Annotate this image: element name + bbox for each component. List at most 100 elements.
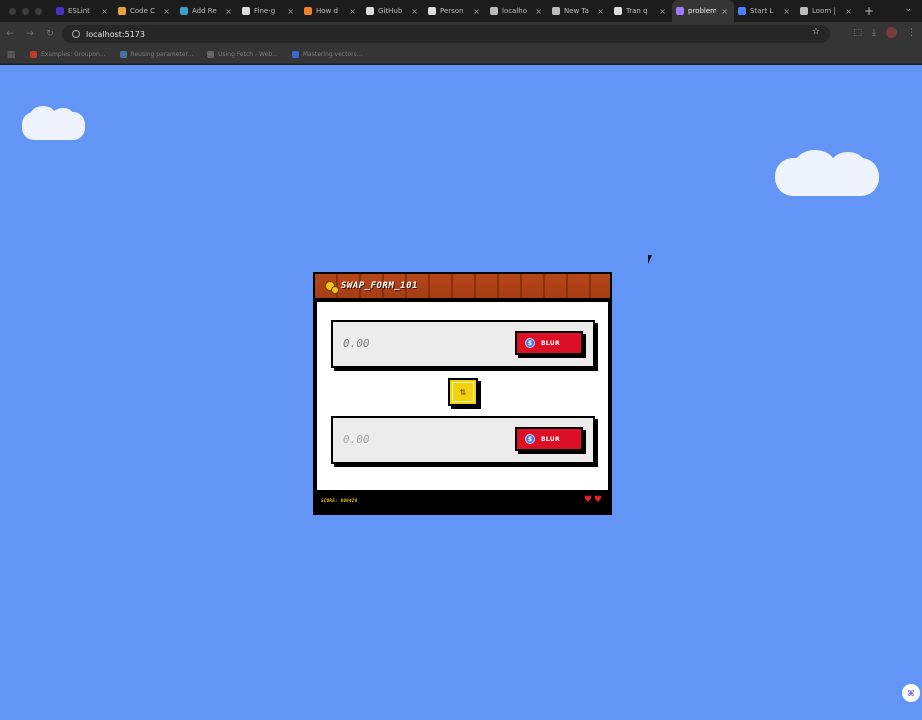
browser-tab[interactable]: New Ta × xyxy=(548,0,610,22)
tab-close-icon[interactable]: × xyxy=(225,7,232,16)
mouse-cursor-icon xyxy=(648,255,655,264)
from-amount-input[interactable]: 0.00 xyxy=(343,337,370,350)
swap-card-title: SWAP_FORM_101 xyxy=(341,281,418,291)
bookmark-favicon-icon xyxy=(207,51,215,58)
forward-arrow-icon[interactable]: → xyxy=(20,29,40,39)
swap-card-footer: SCORE: 000420 ♥ ♥ xyxy=(315,492,610,513)
reload-icon[interactable]: ↻ xyxy=(40,29,60,39)
minimize-window-icon[interactable] xyxy=(22,7,29,15)
download-icon[interactable]: ⤓ xyxy=(872,28,876,38)
new-tab-plus-icon[interactable]: + xyxy=(864,4,874,18)
tab-close-icon[interactable]: × xyxy=(349,7,356,16)
blur-token-icon: $ xyxy=(525,338,535,348)
tab-close-icon[interactable]: × xyxy=(597,7,604,16)
browser-tab[interactable]: Tran q × xyxy=(610,0,672,22)
tab-label: How d xyxy=(316,7,338,15)
cloud-right xyxy=(775,150,879,196)
floating-extension-button[interactable]: ⌘ xyxy=(902,684,920,702)
to-amount-field[interactable]: 0.00 $ BLUR xyxy=(331,416,595,464)
gem-icon xyxy=(676,7,684,15)
swap-direction-button[interactable]: ⇅ xyxy=(448,378,478,406)
browser-tab[interactable]: Person × xyxy=(424,0,486,22)
tab-close-icon[interactable]: × xyxy=(845,7,852,16)
heart-icon: ♥ xyxy=(593,495,602,505)
profile-avatar[interactable] xyxy=(886,27,897,38)
bookmark-star-icon[interactable]: ☆ xyxy=(812,27,820,37)
tab-label: problem xyxy=(688,7,716,15)
tab-label: Tran q xyxy=(626,7,648,15)
globe-icon xyxy=(490,7,498,15)
tab-strip: ESLint × Code C × Add Re × Fine-g × How d × GitHub… xyxy=(0,0,922,22)
browser-tab[interactable]: Start L × xyxy=(734,0,796,22)
apps-grid-icon[interactable]: ▦ xyxy=(6,50,16,60)
cloud-left xyxy=(22,106,85,140)
blur-token-icon: $ xyxy=(525,434,535,444)
globe-icon xyxy=(552,7,560,15)
tab-close-icon[interactable]: × xyxy=(287,7,294,16)
bookmark-item[interactable]: Mastering vectors... xyxy=(291,51,363,58)
to-token-select-button[interactable]: $ BLUR xyxy=(515,427,583,451)
tab-label: localho xyxy=(502,7,528,15)
tab-close-icon[interactable]: × xyxy=(101,7,108,16)
score-text: SCORE: 000420 xyxy=(321,498,358,503)
url-text[interactable]: localhost:5173 xyxy=(86,30,145,39)
browser-tab[interactable]: problem × xyxy=(672,0,734,22)
browser-tab[interactable]: GitHub × xyxy=(362,0,424,22)
browser-toolbar: ← → ↻ localhost:5173 ☆ ⬚ ⤓ ⋮ xyxy=(0,22,922,46)
bookmark-item[interactable]: Using Fetch - Web... xyxy=(207,51,278,58)
globe-icon xyxy=(800,7,808,15)
bookmark-label: Using Fetch - Web... xyxy=(218,51,278,58)
bookmark-label: Examples: Groupon... xyxy=(41,51,106,58)
to-token-label: BLUR xyxy=(541,435,560,443)
maximize-window-icon[interactable] xyxy=(35,7,42,15)
browser-tab[interactable]: Fine-g × xyxy=(238,0,300,22)
browser-tab[interactable]: Add Re × xyxy=(176,0,238,22)
bookmark-item[interactable]: Examples: Groupon... xyxy=(30,51,106,58)
tab-label: ESLint xyxy=(68,7,90,15)
extensions-icon[interactable]: ⬚ xyxy=(854,28,863,38)
tab-close-icon[interactable]: × xyxy=(473,7,480,16)
tab-close-icon[interactable]: × xyxy=(721,7,728,16)
react-icon xyxy=(180,7,188,15)
browser-tab[interactable]: ESLint × xyxy=(52,0,114,22)
browser-tab[interactable]: How d × xyxy=(300,0,362,22)
tab-close-icon[interactable]: × xyxy=(659,7,666,16)
page-viewport: SWAP_FORM_101 0.00 $ BLUR ⇅ 0.00 $ BLUR xyxy=(0,65,922,720)
tab-label: New Ta xyxy=(564,7,589,15)
from-token-select-button[interactable]: $ BLUR xyxy=(515,331,583,355)
tab-label: GitHub xyxy=(378,7,403,15)
browser-tab[interactable]: localho × xyxy=(486,0,548,22)
eslint-icon xyxy=(56,7,64,15)
code-icon xyxy=(118,7,126,15)
tab-label: Fine-g xyxy=(254,7,276,15)
close-window-icon[interactable] xyxy=(9,7,16,15)
to-amount-input[interactable]: 0.00 xyxy=(343,433,370,446)
tab-search-chevron-icon[interactable]: ⌄ xyxy=(904,4,912,14)
swap-card: SWAP_FORM_101 0.00 $ BLUR ⇅ 0.00 $ BLUR xyxy=(313,272,612,515)
github-icon xyxy=(242,7,250,15)
window-controls xyxy=(0,7,52,15)
site-info-icon[interactable] xyxy=(72,30,80,38)
browser-tab[interactable]: Code C × xyxy=(114,0,176,22)
tab-list: ESLint × Code C × Add Re × Fine-g × How d × GitHub… xyxy=(52,0,922,22)
tab-close-icon[interactable]: × xyxy=(783,7,790,16)
browser-tab[interactable]: Loom | × xyxy=(796,0,858,22)
from-amount-field[interactable]: 0.00 $ BLUR xyxy=(331,320,595,368)
tab-close-icon[interactable]: × xyxy=(411,7,418,16)
loom-icon xyxy=(738,7,746,15)
swap-card-header: SWAP_FORM_101 xyxy=(315,274,610,300)
address-bar[interactable]: localhost:5173 ☆ xyxy=(62,25,830,43)
github-icon xyxy=(614,7,622,15)
tab-close-icon[interactable]: × xyxy=(163,7,170,16)
coins-icon xyxy=(325,281,339,294)
swap-card-body: 0.00 $ BLUR ⇅ 0.00 $ BLUR xyxy=(317,302,608,490)
stackoverflow-icon xyxy=(304,7,312,15)
tab-close-icon[interactable]: × xyxy=(535,7,542,16)
bookmark-item[interactable]: Reusing parameter... xyxy=(119,51,193,58)
tab-label: Person xyxy=(440,7,464,15)
menu-kebab-icon[interactable]: ⋮ xyxy=(907,28,916,38)
tab-label: Add Re xyxy=(192,7,217,15)
back-arrow-icon[interactable]: ← xyxy=(0,29,20,39)
bookmark-label: Mastering vectors... xyxy=(302,51,363,58)
github-icon xyxy=(366,7,374,15)
